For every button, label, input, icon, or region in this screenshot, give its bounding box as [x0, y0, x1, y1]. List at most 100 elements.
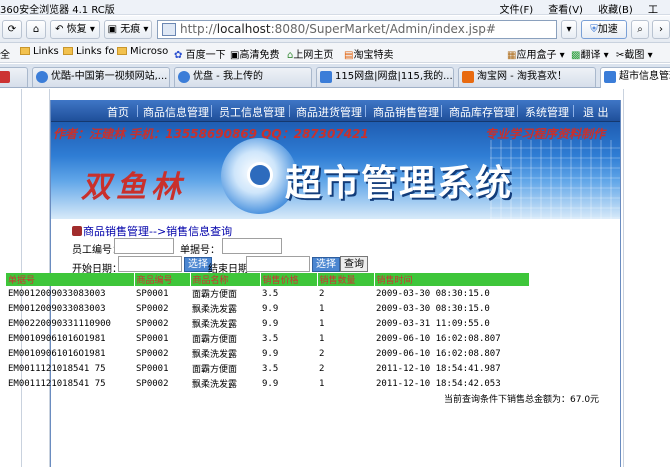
- incognito-icon: ▣: [107, 24, 118, 35]
- site-banner: 作者：汪建林 手机：13558690869 QQ：287307421 专业学习程…: [51, 122, 620, 219]
- start-date-input[interactable]: [118, 256, 182, 272]
- table-cell: 飘柔洗发露: [192, 350, 238, 360]
- tab-youku[interactable]: 优酷-中国第一视频网站,...: [32, 67, 170, 87]
- home-button[interactable]: ⌂: [26, 20, 46, 39]
- table-cell: EM00220090331110900: [8, 318, 111, 329]
- bookmark-links-fo[interactable]: Links fo: [63, 46, 115, 57]
- bookmark-taobao[interactable]: ▤淘宝特卖: [344, 46, 393, 61]
- nav-sales[interactable]: 商品销售管理: [373, 104, 439, 120]
- bookmark-label: Links: [33, 46, 59, 57]
- table-cell: 2: [319, 348, 325, 359]
- folder-icon: [117, 47, 127, 55]
- tab-label: 超市信息管理: [619, 71, 670, 82]
- table-cell: SP0002: [136, 318, 169, 329]
- accelerate-button[interactable]: ⛨加速: [581, 20, 627, 39]
- bookmarks-bar: 全 Links Links fo Microso ✿ 百度一下 ▣高清免费 ⌂上…: [0, 43, 670, 63]
- restore-label: 恢复: [66, 24, 87, 35]
- menu-favorites[interactable]: 收藏(B): [598, 5, 633, 16]
- bookmark-label: 上网主页: [293, 50, 334, 61]
- end-date-input[interactable]: [246, 256, 310, 272]
- bookmark-label: 翻译: [580, 50, 601, 61]
- url-host: localhost: [216, 22, 271, 36]
- tab-115[interactable]: 115网盘|网盘|115,我的...: [316, 67, 454, 87]
- nav-separator: [517, 105, 518, 117]
- forward-button[interactable]: ›: [652, 20, 670, 39]
- table-cell: 3.5: [262, 333, 279, 344]
- nav-separator: [137, 105, 138, 117]
- table-cell: SP0001: [136, 288, 169, 299]
- bookmark-appbox[interactable]: ▦应用盒子 ▾: [507, 46, 565, 61]
- site-nav: 首页 商品信息管理 员工信息管理 商品进货管理 商品销售管理 商品库存管理 系统…: [51, 100, 620, 122]
- table-cell: EM0011121018541 75: [8, 378, 106, 389]
- employee-id-input[interactable]: [114, 238, 174, 254]
- bookmark-screenshot[interactable]: ✂截图 ▾: [616, 46, 653, 61]
- sales-table: 单据号 商品编号 商品名称 销售价格 销售数量 销售时间 EM001200903…: [6, 273, 530, 391]
- refresh-button[interactable]: ⟳: [2, 20, 22, 39]
- nav-separator: [365, 105, 366, 117]
- table-cell: 2011-12-10 18:54:41.987: [376, 363, 501, 374]
- baidu-icon: ✿: [174, 50, 183, 61]
- restore-button[interactable]: ↶ 恢复 ▾: [50, 20, 100, 39]
- menu-file[interactable]: 文件(F): [500, 5, 534, 16]
- column-header: 销售价格: [260, 273, 318, 286]
- tab-youpan[interactable]: 优盘 - 我上传的: [174, 67, 312, 87]
- tab-strip: 优酷-中国第一视频网站,... 优盘 - 我上传的 115网盘|网盘|115,我…: [0, 64, 670, 88]
- bookmark-translate[interactable]: ▩翻译 ▾: [571, 46, 609, 61]
- table-cell: 9.9: [262, 378, 279, 389]
- table-cell: 面霸方便面: [192, 335, 238, 345]
- nav-system[interactable]: 系统管理: [525, 104, 569, 120]
- table-cell: 9.9: [262, 348, 279, 359]
- table-cell: 2009-06-10 16:02:08.807: [376, 348, 501, 359]
- nav-stock[interactable]: 商品库存管理: [449, 104, 515, 120]
- table-cell: SP0001: [136, 333, 169, 344]
- table-cell: SP0002: [136, 303, 169, 314]
- nav-separator: [441, 105, 442, 117]
- nav-home[interactable]: 首页: [107, 104, 129, 120]
- bookmark-microsoft[interactable]: Microso: [117, 46, 168, 57]
- url-dropdown-button[interactable]: ▾: [561, 20, 577, 39]
- nav-goods[interactable]: 商品信息管理: [143, 104, 209, 120]
- end-date-select-button[interactable]: 选择: [312, 257, 340, 272]
- banner-slogan: 专业学习程序资料制作: [485, 127, 606, 141]
- menu-tools[interactable]: 工: [648, 5, 658, 16]
- address-bar[interactable]: http://localhost:8080/SuperMarket/Admin/…: [157, 20, 557, 39]
- play-icon: [36, 71, 48, 83]
- column-header: 单据号: [6, 273, 135, 286]
- nav-separator: [289, 105, 290, 117]
- play-icon: [178, 71, 190, 83]
- table-cell: SP0002: [136, 378, 169, 389]
- bookmark-item[interactable]: 全: [0, 46, 10, 61]
- nav-purchase[interactable]: 商品进货管理: [296, 104, 362, 120]
- tab-label: 淘宝网 - 淘我喜欢！: [477, 71, 567, 82]
- table-row: EM00220090331110900 SP0002 飘柔洗发露 9.9 1 2009-0…: [6, 316, 530, 331]
- table-cell: EM00109061016O1981: [8, 333, 106, 344]
- table-row: EM0012009033083003 SP0001 面霸方便面 3.5 2 2009-03…: [6, 286, 530, 301]
- bookmark-baidu[interactable]: ✿ 百度一下: [174, 46, 226, 61]
- tab-taobao[interactable]: 淘宝网 - 淘我喜欢！: [458, 67, 596, 87]
- bookmark-hd[interactable]: ▣高清免费: [230, 46, 279, 61]
- bookmark-links[interactable]: Links: [20, 46, 59, 57]
- bookmark-home[interactable]: ⌂上网主页: [287, 46, 333, 61]
- table-cell: 2009-06-10 16:02:08.807: [376, 333, 501, 344]
- tab-hidden[interactable]: [0, 67, 28, 87]
- table-cell: 飘柔洗发露: [192, 380, 238, 390]
- tab-label: 优盘 - 我上传的: [193, 71, 263, 82]
- column-header: 销售数量: [317, 273, 375, 286]
- bookmark-label: Microso: [130, 46, 169, 57]
- tab-supermarket[interactable]: 超市信息管理: [600, 67, 670, 88]
- incognito-button[interactable]: ▣ 无痕 ▾: [104, 20, 152, 39]
- breadcrumb: 商品销售管理-->销售信息查询: [72, 223, 232, 239]
- back-icon: ↶: [55, 24, 64, 35]
- nav-logout[interactable]: 退 出: [583, 104, 609, 120]
- menu-view[interactable]: 查看(V): [548, 5, 583, 16]
- tab-icon: [0, 71, 10, 83]
- nav-employee[interactable]: 员工信息管理: [219, 104, 285, 120]
- bookmark-label: 淘宝特卖: [353, 50, 394, 61]
- query-button[interactable]: 查询: [340, 256, 368, 272]
- tab-label: 优酷-中国第一视频网站,...: [51, 71, 168, 82]
- table-cell: 1: [319, 318, 325, 329]
- home-icon: ⌂: [32, 24, 40, 35]
- bill-no-input[interactable]: [222, 238, 282, 254]
- search-button[interactable]: ⌕: [631, 20, 649, 39]
- bookmark-label: 应用盒子: [516, 50, 557, 61]
